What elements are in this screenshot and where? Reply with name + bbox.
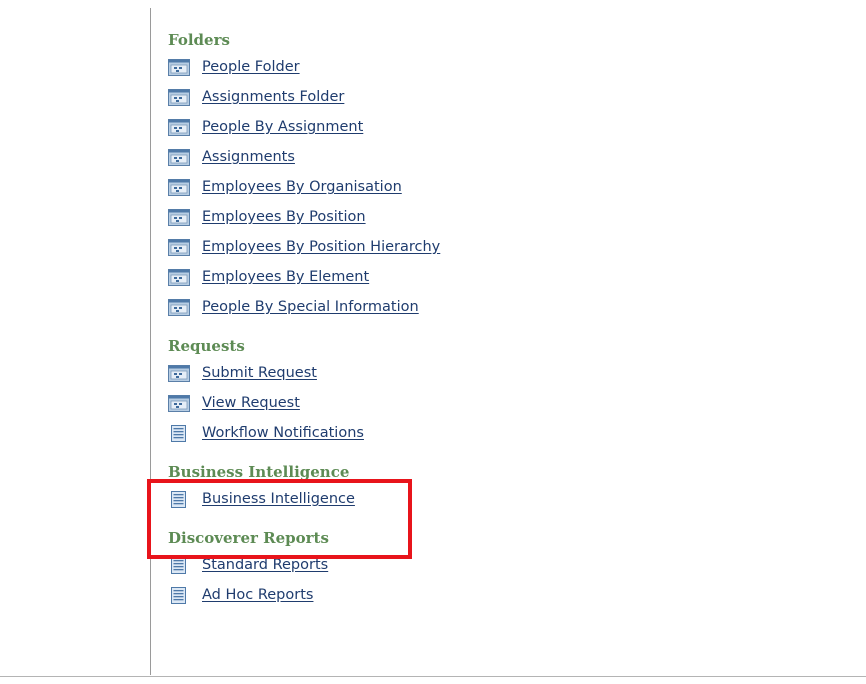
menu-item-assignments-folder[interactable]: Assignments Folder bbox=[168, 82, 568, 112]
link-assignments-folder[interactable]: Assignments Folder bbox=[202, 89, 344, 105]
link-view-request[interactable]: View Request bbox=[202, 395, 300, 411]
menu-item-employees-by-element[interactable]: Employees By Element bbox=[168, 262, 568, 292]
menu-item-workflow-notifications[interactable]: Workflow Notifications bbox=[168, 418, 568, 448]
menu-item-employees-by-position[interactable]: Employees By Position bbox=[168, 202, 568, 232]
link-submit-request[interactable]: Submit Request bbox=[202, 365, 317, 381]
highlight-annotation-box bbox=[147, 479, 412, 559]
folder-icon bbox=[168, 148, 190, 166]
folder-icon bbox=[168, 238, 190, 256]
folder-icon bbox=[168, 268, 190, 286]
menu-item-ad-hoc-reports[interactable]: Ad Hoc Reports bbox=[168, 580, 568, 610]
folder-icon bbox=[168, 88, 190, 106]
section-title-folders: Folders bbox=[168, 31, 230, 49]
link-people-by-special-information[interactable]: People By Special Information bbox=[202, 299, 419, 315]
folder-icon bbox=[168, 178, 190, 196]
link-employees-by-position-hierarchy[interactable]: Employees By Position Hierarchy bbox=[202, 239, 440, 255]
folder-icon bbox=[168, 364, 190, 382]
menu-item-submit-request[interactable]: Submit Request bbox=[168, 358, 568, 388]
section-requests: Requests Submit Request View Request Wor… bbox=[168, 336, 568, 448]
section-folders: Folders People Folder Assignments Folder… bbox=[168, 30, 568, 322]
link-people-by-assignment[interactable]: People By Assignment bbox=[202, 119, 363, 135]
menu-item-employees-by-organisation[interactable]: Employees By Organisation bbox=[168, 172, 568, 202]
menu-item-people-by-special-information[interactable]: People By Special Information bbox=[168, 292, 568, 322]
link-employees-by-position[interactable]: Employees By Position bbox=[202, 209, 366, 225]
menu-item-people-folder[interactable]: People Folder bbox=[168, 52, 568, 82]
folder-icon bbox=[168, 58, 190, 76]
menu-item-assignments[interactable]: Assignments bbox=[168, 142, 568, 172]
vertical-divider bbox=[150, 8, 151, 675]
folder-icon bbox=[168, 208, 190, 226]
document-icon bbox=[171, 586, 186, 604]
folder-icon bbox=[168, 118, 190, 136]
link-standard-reports[interactable]: Standard Reports bbox=[202, 557, 328, 573]
menu-item-employees-by-position-hierarchy[interactable]: Employees By Position Hierarchy bbox=[168, 232, 568, 262]
document-icon bbox=[171, 424, 186, 442]
folder-icon bbox=[168, 298, 190, 316]
link-people-folder[interactable]: People Folder bbox=[202, 59, 300, 75]
document-icon bbox=[171, 556, 186, 574]
bottom-divider bbox=[0, 676, 866, 677]
link-workflow-notifications[interactable]: Workflow Notifications bbox=[202, 425, 364, 441]
menu-item-people-by-assignment[interactable]: People By Assignment bbox=[168, 112, 568, 142]
section-title-requests: Requests bbox=[168, 337, 245, 355]
link-employees-by-organisation[interactable]: Employees By Organisation bbox=[202, 179, 402, 195]
menu-item-view-request[interactable]: View Request bbox=[168, 388, 568, 418]
link-employees-by-element[interactable]: Employees By Element bbox=[202, 269, 369, 285]
link-ad-hoc-reports[interactable]: Ad Hoc Reports bbox=[202, 587, 313, 603]
folder-icon bbox=[168, 394, 190, 412]
link-assignments[interactable]: Assignments bbox=[202, 149, 295, 165]
